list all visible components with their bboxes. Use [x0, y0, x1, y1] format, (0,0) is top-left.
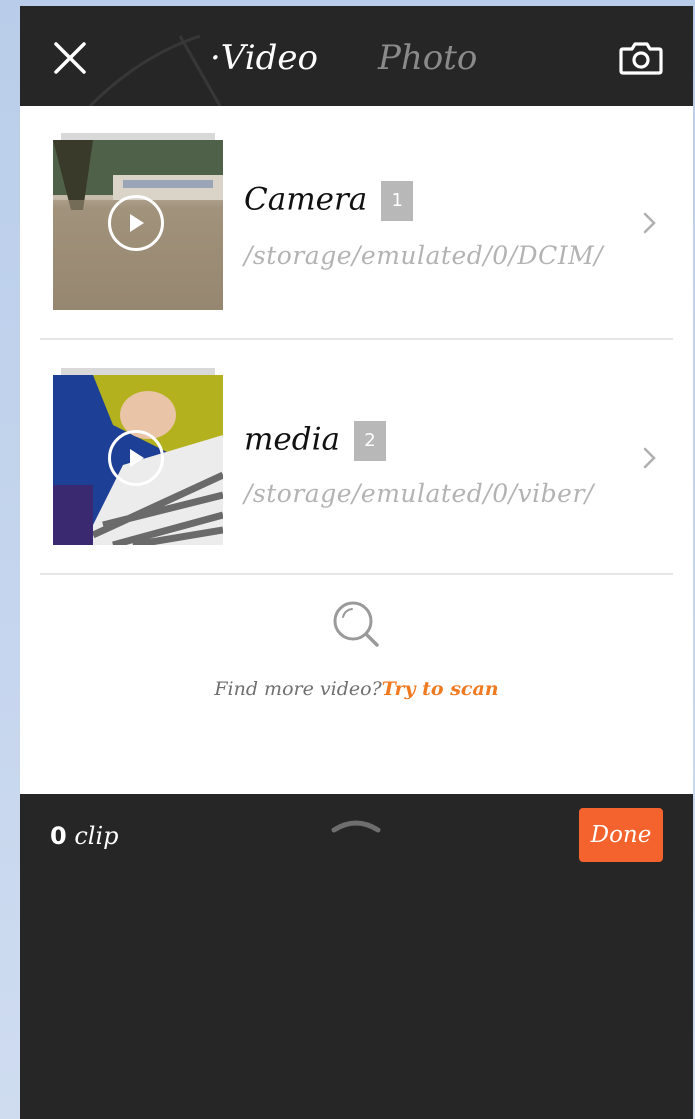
- scan-prompt-text: Find more video?: [214, 678, 382, 700]
- folder-item-media[interactable]: media 2 /storage/emulated/0/viber/: [20, 341, 693, 575]
- scan-link[interactable]: Try to scan: [382, 678, 499, 700]
- folder-path: /storage/emulated/0/viber/: [244, 479, 594, 508]
- folder-item-camera[interactable]: Camera 1 /storage/emulated/0/DCIM/: [20, 106, 693, 340]
- camera-button[interactable]: [616, 36, 666, 80]
- clip-count-label: clip: [74, 822, 119, 850]
- count-badge: 1: [381, 181, 414, 221]
- folder-thumbnail: [53, 368, 223, 545]
- folder-name: Camera: [244, 181, 368, 218]
- scan-prompt: Find more video?Try to scan: [20, 678, 693, 700]
- clip-count-number: 0: [50, 822, 67, 850]
- phone-screen: ·Video Photo Camera 1 /storage/emulated/…: [20, 6, 693, 1119]
- folder-path: /storage/emulated/0/DCIM/: [244, 241, 604, 270]
- play-icon: [108, 195, 164, 251]
- chevron-up-icon[interactable]: [328, 814, 384, 836]
- bottom-panel: 0 clip Done: [20, 794, 693, 1119]
- close-button[interactable]: [48, 36, 92, 80]
- divider: [40, 338, 673, 340]
- count-badge: 2: [353, 421, 386, 461]
- thumbnail-stack-edge: [61, 368, 215, 375]
- folder-name: media: [244, 421, 340, 458]
- clip-counter: 0 clip: [50, 822, 119, 850]
- search-icon[interactable]: [331, 599, 383, 651]
- video-thumbnail: [53, 375, 223, 545]
- camera-icon: [619, 42, 663, 75]
- divider: [40, 573, 673, 575]
- folder-thumbnail: [53, 133, 223, 310]
- play-icon: [108, 430, 164, 486]
- tab-photo[interactable]: Photo: [378, 34, 477, 82]
- folder-name-row: media 2: [244, 421, 386, 461]
- tab-video[interactable]: ·Video: [210, 34, 318, 82]
- done-button[interactable]: Done: [579, 808, 663, 862]
- video-thumbnail: [53, 140, 223, 310]
- chevron-right-icon: [643, 447, 656, 469]
- folder-name-row: Camera 1: [244, 181, 414, 221]
- top-bar: ·Video Photo: [20, 6, 693, 108]
- close-icon: [54, 42, 86, 74]
- chevron-right-icon: [643, 212, 656, 234]
- thumbnail-stack-edge: [61, 133, 215, 140]
